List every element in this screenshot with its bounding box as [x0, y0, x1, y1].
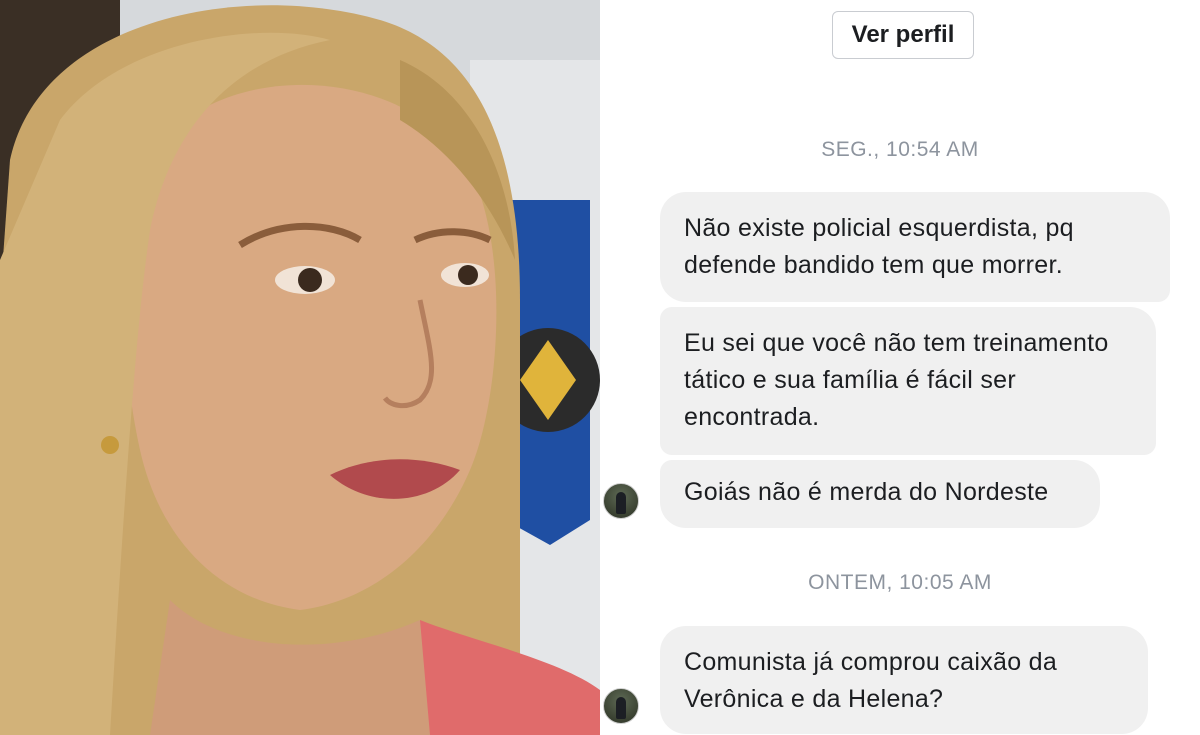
chat-panel: Ver perfil SEG., 10:54 AM Não existe pol… — [600, 0, 1200, 735]
message-bubble-2: Eu sei que você não tem treinamento táti… — [660, 307, 1156, 455]
woman-portrait-image — [0, 0, 600, 735]
timestamp-1: SEG., 10:54 AM — [821, 138, 979, 161]
timestamp-2: ONTEM, 10:05 AM — [808, 571, 992, 594]
news-photo — [0, 0, 600, 735]
message-bubble-3: Goiás não é merda do Nordeste — [660, 460, 1100, 528]
view-profile-button[interactable]: Ver perfil — [832, 11, 974, 59]
message-bubble-1: Não existe policial esquerdista, pq defe… — [660, 192, 1170, 302]
message-bubble-4: Comunista já comprou caixão da Verônica … — [660, 626, 1148, 734]
sender-avatar[interactable] — [603, 483, 639, 519]
sender-avatar[interactable] — [603, 688, 639, 724]
